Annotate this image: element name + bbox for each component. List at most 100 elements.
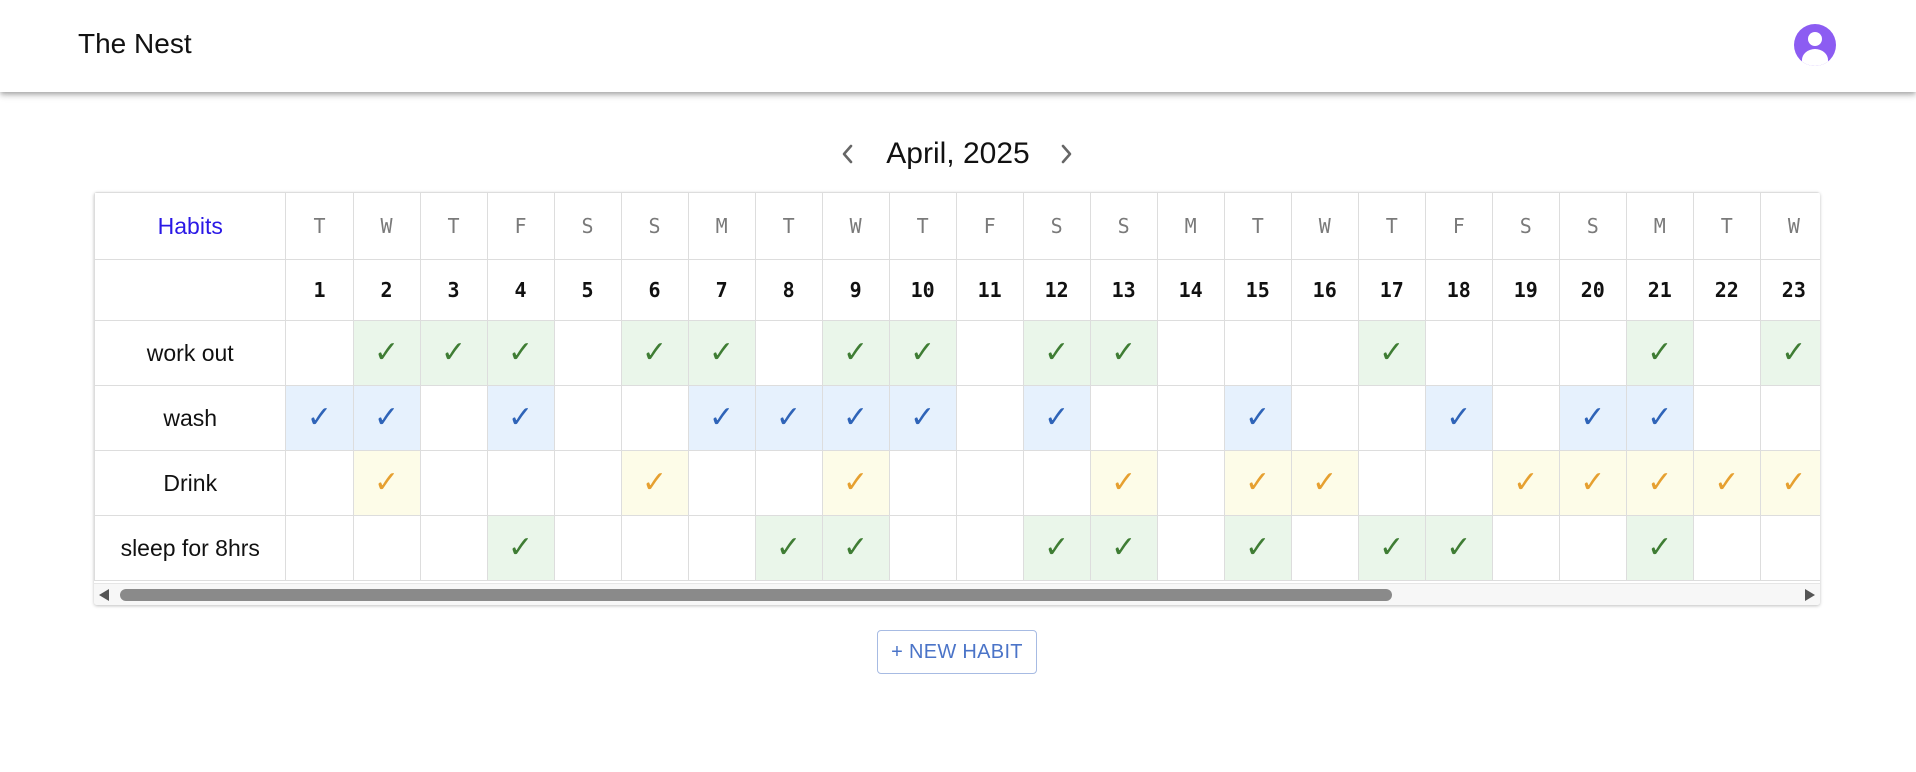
habit-day-cell[interactable]: ✓: [1223, 450, 1292, 516]
new-habit-button[interactable]: + NEW HABIT: [877, 630, 1037, 674]
habit-day-cell[interactable]: [687, 515, 756, 581]
habit-day-cell[interactable]: [1156, 385, 1225, 451]
habit-day-cell[interactable]: [1357, 385, 1426, 451]
habit-day-cell[interactable]: [285, 515, 354, 581]
habit-day-cell[interactable]: [1290, 515, 1359, 581]
habit-day-cell[interactable]: ✓: [1491, 450, 1560, 516]
habit-day-cell[interactable]: [1223, 320, 1292, 386]
habit-day-cell[interactable]: [419, 450, 488, 516]
habit-day-cell[interactable]: ✓: [1625, 385, 1694, 451]
habit-day-cell[interactable]: [1089, 385, 1158, 451]
habit-day-cell[interactable]: [285, 320, 354, 386]
habit-day-cell[interactable]: [1290, 320, 1359, 386]
habit-day-cell[interactable]: ✓: [620, 320, 689, 386]
habit-day-cell[interactable]: [1357, 450, 1426, 516]
habit-day-cell[interactable]: [1759, 385, 1820, 451]
habit-day-cell[interactable]: [955, 515, 1024, 581]
habit-day-cell[interactable]: [1156, 320, 1225, 386]
habit-day-cell[interactable]: ✓: [754, 515, 823, 581]
habit-day-cell[interactable]: [419, 515, 488, 581]
habit-day-cell[interactable]: ✓: [1022, 515, 1091, 581]
habit-day-cell[interactable]: ✓: [1558, 450, 1627, 516]
next-month-button[interactable]: [1046, 132, 1086, 176]
habit-day-cell[interactable]: [1759, 515, 1820, 581]
habit-day-cell[interactable]: [1491, 320, 1560, 386]
habit-day-cell[interactable]: ✓: [1625, 450, 1694, 516]
habit-day-cell[interactable]: [888, 450, 957, 516]
habit-day-cell[interactable]: ✓: [419, 320, 488, 386]
habit-day-cell[interactable]: [620, 385, 689, 451]
habit-day-cell[interactable]: [1692, 515, 1761, 581]
habit-day-cell[interactable]: ✓: [285, 385, 354, 451]
habit-day-cell[interactable]: [687, 450, 756, 516]
habit-day-cell[interactable]: [1491, 385, 1560, 451]
habit-day-cell[interactable]: ✓: [1625, 515, 1694, 581]
habit-day-cell[interactable]: ✓: [1089, 515, 1158, 581]
habit-day-cell[interactable]: ✓: [352, 320, 421, 386]
habit-day-cell[interactable]: ✓: [1424, 385, 1493, 451]
habit-day-cell[interactable]: [754, 450, 823, 516]
habit-day-cell[interactable]: ✓: [1223, 515, 1292, 581]
habit-day-cell[interactable]: ✓: [821, 450, 890, 516]
habit-day-cell[interactable]: [486, 450, 555, 516]
habit-day-cell[interactable]: ✓: [1223, 385, 1292, 451]
habit-day-cell[interactable]: [553, 385, 622, 451]
scroll-left-arrow-icon[interactable]: [99, 589, 109, 601]
habit-day-cell[interactable]: ✓: [821, 385, 890, 451]
habit-name[interactable]: work out: [94, 320, 287, 386]
habit-day-cell[interactable]: ✓: [888, 320, 957, 386]
horizontal-scrollbar[interactable]: [94, 583, 1820, 605]
habit-day-cell[interactable]: [1290, 385, 1359, 451]
habit-day-cell[interactable]: ✓: [754, 385, 823, 451]
scrollbar-thumb[interactable]: [120, 589, 1392, 601]
habit-name[interactable]: sleep for 8hrs: [94, 515, 287, 581]
habit-day-cell[interactable]: ✓: [1357, 515, 1426, 581]
habit-day-cell[interactable]: ✓: [1022, 320, 1091, 386]
habit-day-cell[interactable]: [620, 515, 689, 581]
habit-day-cell[interactable]: [1156, 450, 1225, 516]
habit-day-cell[interactable]: [1491, 515, 1560, 581]
habit-name[interactable]: wash: [94, 385, 287, 451]
habit-day-cell[interactable]: ✓: [888, 385, 957, 451]
habit-day-cell[interactable]: [1692, 320, 1761, 386]
habit-day-cell[interactable]: [553, 320, 622, 386]
habit-day-cell[interactable]: ✓: [1424, 515, 1493, 581]
habit-day-cell[interactable]: ✓: [486, 320, 555, 386]
habit-day-cell[interactable]: [955, 450, 1024, 516]
habit-day-cell[interactable]: ✓: [1759, 320, 1820, 386]
previous-month-button[interactable]: [828, 132, 868, 176]
habit-day-cell[interactable]: ✓: [1692, 450, 1761, 516]
habit-day-cell[interactable]: [955, 320, 1024, 386]
habit-day-cell[interactable]: [888, 515, 957, 581]
habit-day-cell[interactable]: [419, 385, 488, 451]
habit-day-cell[interactable]: ✓: [1357, 320, 1426, 386]
habit-day-cell[interactable]: [1424, 320, 1493, 386]
habit-day-cell[interactable]: ✓: [1625, 320, 1694, 386]
habit-day-cell[interactable]: [553, 450, 622, 516]
habit-day-cell[interactable]: ✓: [1759, 450, 1820, 516]
habit-day-cell[interactable]: ✓: [352, 385, 421, 451]
habit-day-cell[interactable]: ✓: [352, 450, 421, 516]
habit-day-cell[interactable]: ✓: [1558, 385, 1627, 451]
habit-day-cell[interactable]: ✓: [1022, 385, 1091, 451]
habit-day-cell[interactable]: ✓: [1290, 450, 1359, 516]
habit-day-cell[interactable]: [1424, 450, 1493, 516]
habit-day-cell[interactable]: [1156, 515, 1225, 581]
habit-day-cell[interactable]: ✓: [821, 320, 890, 386]
habit-day-cell[interactable]: ✓: [486, 385, 555, 451]
habit-day-cell[interactable]: ✓: [1089, 450, 1158, 516]
habit-day-cell[interactable]: ✓: [1089, 320, 1158, 386]
habit-day-cell[interactable]: [1558, 515, 1627, 581]
habit-day-cell[interactable]: [285, 450, 354, 516]
habit-day-cell[interactable]: [352, 515, 421, 581]
habit-day-cell[interactable]: [955, 385, 1024, 451]
habit-day-cell[interactable]: ✓: [687, 320, 756, 386]
habit-day-cell[interactable]: ✓: [821, 515, 890, 581]
habit-day-cell[interactable]: ✓: [620, 450, 689, 516]
scroll-right-arrow-icon[interactable]: [1805, 589, 1815, 601]
habit-day-cell[interactable]: [1558, 320, 1627, 386]
account-circle-icon[interactable]: [1794, 24, 1836, 66]
habit-day-cell[interactable]: [754, 320, 823, 386]
habit-name[interactable]: Drink: [94, 450, 287, 516]
habit-day-cell[interactable]: ✓: [687, 385, 756, 451]
